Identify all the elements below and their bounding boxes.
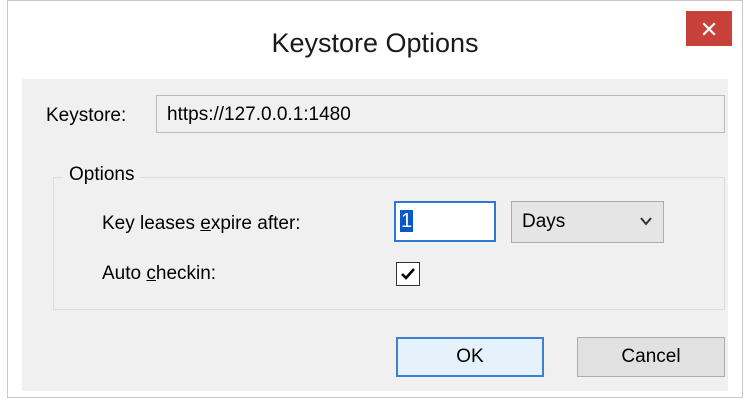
auto-checkin-checkbox[interactable] [396,262,420,286]
checkmark-icon [401,268,415,280]
lease-unit-value: Days [522,211,566,232]
keystore-options-dialog: Keystore Options Keystore: https://127.0… [7,0,743,398]
lease-duration-value: 1 [400,210,414,232]
close-button[interactable] [686,11,732,46]
lease-unit-dropdown[interactable]: Days [511,201,664,243]
lease-duration-input[interactable]: 1 [394,201,496,242]
chevron-down-icon [640,217,652,226]
keystore-label: Keystore: [46,105,127,126]
options-group-label: Options [63,164,141,186]
keystore-url-field[interactable]: https://127.0.0.1:1480 [156,95,725,133]
cancel-button[interactable]: Cancel [577,337,725,377]
close-icon [702,21,716,36]
options-groupbox [53,177,725,310]
key-lease-expire-label: Key leases expire after: [102,213,301,234]
dialog-title: Keystore Options [271,28,479,58]
ok-button[interactable]: OK [396,337,544,377]
title-bar: Keystore Options [8,1,742,79]
auto-checkin-label: Auto checkin: [102,263,217,284]
dialog-body: Keystore: https://127.0.0.1:1480 Options… [22,79,728,391]
